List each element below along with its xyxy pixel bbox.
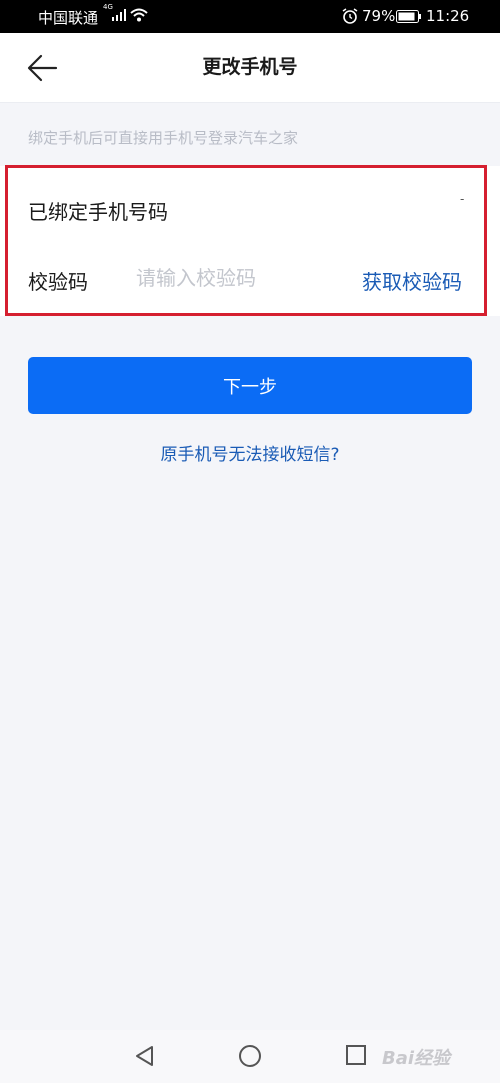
circle-home-icon[interactable] <box>238 1044 262 1068</box>
alarm-icon <box>342 8 358 24</box>
page-header: 更改手机号 <box>0 33 500 103</box>
triangle-back-icon[interactable] <box>133 1044 157 1068</box>
next-step-button[interactable]: 下一步 <box>28 357 472 414</box>
page-title: 更改手机号 <box>202 56 298 78</box>
carrier-name: 中国联通 <box>38 9 99 27</box>
battery-percent: 79% <box>362 7 396 25</box>
watermark-logo: Bai经验 <box>382 1048 451 1069</box>
battery-icon <box>396 10 421 23</box>
cannot-receive-sms-link[interactable]: 原手机号无法接收短信? <box>0 440 500 465</box>
square-recent-icon[interactable] <box>345 1044 367 1066</box>
binding-hint: 绑定手机后可直接用手机号登录汽车之家 <box>28 129 299 147</box>
clock-time: 11:26 <box>426 7 470 25</box>
wifi-icon <box>130 8 148 22</box>
signal-icon <box>112 9 126 21</box>
status-bar: 中国联通 4G 79% 11:26 <box>0 0 500 33</box>
highlight-annotation-box <box>5 165 487 316</box>
